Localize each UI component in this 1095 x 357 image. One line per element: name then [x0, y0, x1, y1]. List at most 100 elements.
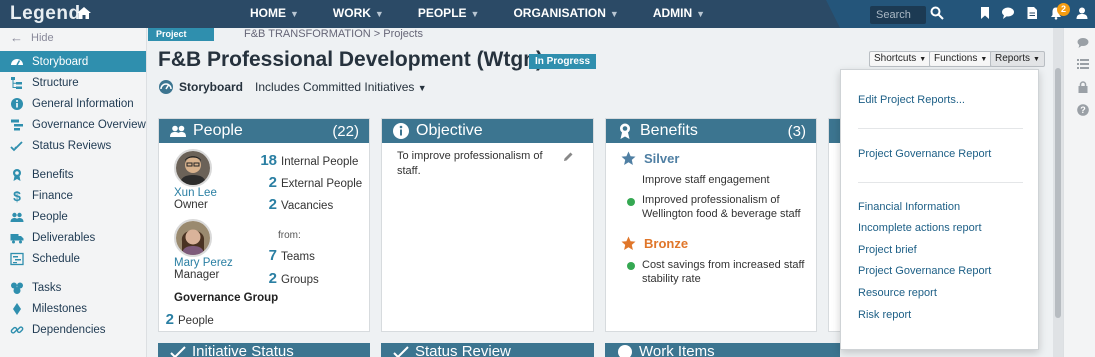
- menu-item-project-governance-report-2[interactable]: Project Governance Report: [858, 265, 991, 277]
- reports-button[interactable]: Reports ▼: [990, 51, 1045, 67]
- menu-item-edit-project-reports[interactable]: Edit Project Reports...: [858, 94, 965, 106]
- filter-dropdown[interactable]: Includes Committed Initiatives ▼: [255, 80, 427, 94]
- nav-people[interactable]: PEOPLE ▼: [406, 0, 492, 28]
- person-role: Owner: [174, 199, 208, 211]
- initiative-status-card-header[interactable]: Initiative Status: [158, 343, 370, 357]
- sidebar-item-storyboard[interactable]: Storyboard: [0, 51, 146, 72]
- people-card: People (22) Xun Lee Owner Mary Perez Man…: [158, 118, 370, 332]
- structure-icon: [11, 76, 22, 89]
- sidebar-item-finance[interactable]: $ Finance: [0, 185, 146, 206]
- sidebar-item-governance-overview[interactable]: Governance Overview: [0, 114, 146, 135]
- bookmark-icon[interactable]: [978, 6, 992, 20]
- stat-teams[interactable]: 7 Teams: [258, 247, 315, 264]
- stat-external-people[interactable]: 2 External People: [258, 174, 363, 191]
- sidebar-item-label: People: [32, 210, 68, 223]
- menu-item-project-brief[interactable]: Project brief: [858, 244, 917, 256]
- benefits-card-header[interactable]: Benefits (3): [606, 119, 816, 143]
- caret-down-icon: ▼: [919, 56, 927, 63]
- star-icon: [621, 151, 636, 165]
- benefit-item[interactable]: Cost savings from increased staff stabil…: [642, 258, 812, 286]
- app-logo[interactable]: Legend: [10, 3, 91, 25]
- info-icon: [618, 345, 632, 357]
- sidebar-item-dependencies[interactable]: Dependencies: [0, 319, 146, 340]
- sidebar-item-benefits[interactable]: Benefits: [0, 164, 146, 185]
- view-title: Storyboard: [179, 80, 244, 94]
- people-card-header[interactable]: People (22): [159, 119, 369, 143]
- avatar[interactable]: [174, 219, 212, 257]
- sidebar-item-schedule[interactable]: Schedule: [0, 248, 146, 269]
- right-sidebar: ?: [1063, 28, 1095, 357]
- stat-groups[interactable]: 2 Groups: [258, 270, 319, 287]
- benefit-item[interactable]: Improved professionalism of Wellington f…: [642, 193, 812, 221]
- card-title: Status Review: [415, 343, 511, 357]
- lock-icon[interactable]: [1077, 81, 1089, 93]
- stat-label: Groups: [281, 274, 319, 286]
- list-icon[interactable]: [1077, 58, 1089, 70]
- shortcuts-label: Shortcuts: [874, 53, 917, 64]
- person-photo-icon: [176, 151, 210, 185]
- functions-button[interactable]: Functions ▼: [929, 51, 993, 67]
- shortcuts-button[interactable]: Shortcuts ▼: [869, 51, 932, 67]
- menu-item-risk-report[interactable]: Risk report: [858, 309, 911, 321]
- search-input[interactable]: Search: [870, 6, 926, 24]
- nav-admin[interactable]: ADMIN ▼: [641, 0, 717, 28]
- nav-work-label: WORK: [332, 6, 371, 20]
- stat-vacancies[interactable]: 2 Vacancies: [258, 196, 334, 213]
- nav-home-label: HOME: [250, 6, 286, 20]
- hide-sidebar-button[interactable]: ← Hide: [0, 28, 146, 48]
- menu-item-project-governance-report[interactable]: Project Governance Report: [858, 148, 991, 160]
- sidebar-item-label: Structure: [32, 76, 79, 89]
- search-icon[interactable]: [930, 6, 944, 20]
- breadcrumb[interactable]: F&B TRANSFORMATION > Projects: [244, 28, 423, 40]
- milestone-icon: [13, 302, 21, 315]
- document-icon[interactable]: [1025, 6, 1039, 20]
- people-icon: [10, 212, 24, 222]
- objective-card-header[interactable]: Objective: [382, 119, 593, 143]
- person-name-link[interactable]: Xun Lee: [174, 187, 234, 199]
- nav-organisation[interactable]: ORGANISATION ▼: [501, 0, 630, 28]
- caret-down-icon: ▼: [980, 56, 988, 63]
- tier-bronze: Bronze: [621, 236, 688, 251]
- sidebar-item-tasks[interactable]: Tasks: [0, 277, 146, 298]
- main-nav: HOME ▼ WORK ▼ PEOPLE ▼ ORGANISATION ▼ ADMIN ▼: [238, 0, 727, 28]
- work-items-card-header[interactable]: Work Items: [605, 343, 840, 357]
- comment-icon[interactable]: [1077, 37, 1089, 49]
- card-title: Work Items: [639, 343, 715, 357]
- sidebar-item-label: Deliverables: [32, 231, 96, 244]
- scrollbar-thumb[interactable]: [1055, 68, 1061, 318]
- stat-internal-people[interactable]: 18 Internal People: [258, 152, 358, 169]
- pencil-icon[interactable]: [562, 151, 574, 163]
- nav-people-label: PEOPLE: [417, 6, 467, 20]
- avatar[interactable]: [174, 149, 212, 187]
- stat-governance-people[interactable]: 2 People: [155, 311, 214, 328]
- user-icon[interactable]: [1075, 6, 1089, 20]
- sidebar-item-people[interactable]: People: [0, 206, 146, 227]
- menu-item-incomplete-actions-report[interactable]: Incomplete actions report: [858, 222, 982, 234]
- chat-icon[interactable]: [1001, 6, 1015, 20]
- sidebar-item-milestones[interactable]: Milestones: [0, 298, 146, 319]
- check-icon: [393, 346, 409, 357]
- nav-work[interactable]: WORK ▼: [321, 0, 396, 28]
- sidebar-item-label: Status Reviews: [32, 139, 112, 152]
- status-review-card-header[interactable]: Status Review: [381, 343, 594, 357]
- benefits-card: Benefits (3) Silver Improve staff engage…: [605, 118, 817, 332]
- status-badge: In Progress: [529, 54, 597, 69]
- tier-name: Bronze: [644, 236, 689, 251]
- governance-icon: [11, 119, 23, 130]
- menu-item-financial-information[interactable]: Financial Information: [858, 201, 960, 213]
- person-name-link[interactable]: Mary Perez: [174, 257, 234, 269]
- menu-item-resource-report[interactable]: Resource report: [858, 287, 937, 299]
- sidebar-item-status-reviews[interactable]: Status Reviews: [0, 135, 146, 156]
- nav-home[interactable]: HOME ▼: [238, 0, 311, 28]
- scrollbar[interactable]: [1053, 28, 1063, 357]
- star-icon: [621, 236, 636, 250]
- info-icon: [393, 123, 409, 139]
- sidebar-item-general-information[interactable]: General Information: [0, 93, 146, 114]
- home-icon[interactable]: [76, 5, 92, 21]
- page-title: F&B Professional Development (Wtgn): [158, 48, 544, 71]
- sidebar-item-deliverables[interactable]: Deliverables: [0, 227, 146, 248]
- stat-label: Vacancies: [281, 200, 334, 212]
- sidebar-item-structure[interactable]: Structure: [0, 72, 146, 93]
- help-icon[interactable]: ?: [1077, 104, 1089, 116]
- caret-down-icon: ▼: [1033, 56, 1040, 63]
